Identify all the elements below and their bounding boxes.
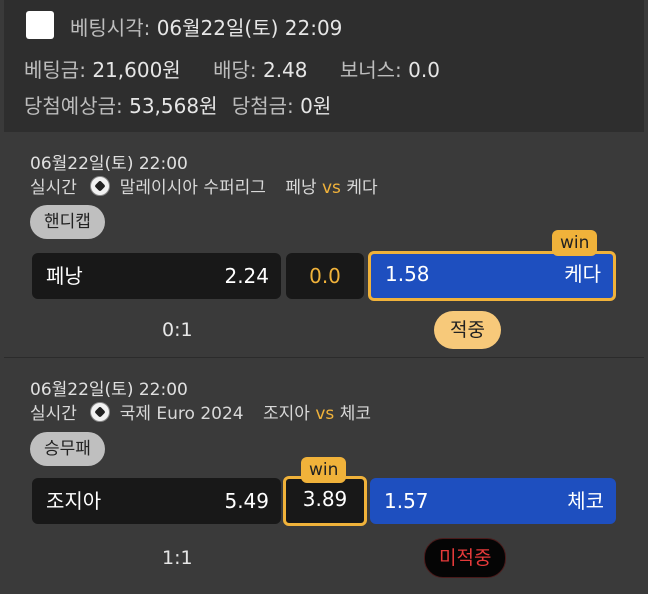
away-team-name: 케다	[564, 262, 601, 286]
vs-label: vs	[322, 178, 341, 198]
bet-amount-label: 베팅금:	[24, 58, 86, 82]
league-name: 말레이시아 수퍼리그	[119, 178, 266, 198]
final-score: 0:1	[162, 319, 193, 341]
away-odds-value: 1.58	[385, 262, 430, 286]
home-odds-button[interactable]: 조지아 5.49	[32, 478, 281, 524]
league-name: 국제 Euro 2024	[119, 404, 244, 424]
game-datetime: 06월22일(토) 22:00	[30, 380, 188, 400]
bet-amount-row: 베팅금: 21,600원 배당: 2.48 보너스: 0.0	[24, 54, 440, 83]
draw-odds-button[interactable]: 3.89	[283, 476, 367, 526]
win-badge: win	[552, 230, 598, 256]
market-pill: 승무패	[30, 432, 105, 466]
bet-time-label: 베팅시각:	[70, 16, 151, 40]
bet-time-row: 베팅시각: 06월22일(토) 22:09	[70, 12, 342, 41]
bet-summary: 베팅시각: 06월22일(토) 22:09 베팅금: 21,600원 배당: 2…	[4, 0, 644, 132]
game-league-row: 실시간 국제 Euro 2024 조지아 vs 체코	[30, 399, 371, 424]
game-datetime: 06월22일(토) 22:00	[30, 154, 188, 174]
home-odds-value: 2.24	[224, 264, 269, 288]
won-label: 당첨금:	[231, 94, 294, 118]
final-score: 1:1	[162, 547, 193, 569]
won-value: 0원	[300, 94, 332, 118]
select-checkbox[interactable]	[26, 11, 54, 39]
vs-label: vs	[315, 404, 335, 424]
win-badge: win	[301, 457, 347, 483]
draw-odds-value: 3.89	[302, 487, 348, 511]
game-league-row: 실시간 말레이시아 수퍼리그 페낭 vs 케다	[30, 173, 378, 198]
odds-value: 2.48	[262, 58, 308, 82]
market-pill: 핸디캡	[30, 205, 105, 239]
away-name: 케다	[346, 178, 378, 198]
away-team-name: 체코	[567, 489, 604, 513]
payout-row: 당첨예상금: 53,568원 당첨금: 0원	[24, 90, 331, 119]
result-badge-miss: 미적중	[424, 538, 507, 578]
handicap-value: 0.0	[309, 264, 341, 288]
live-label: 실시간	[30, 178, 77, 198]
away-odds-button[interactable]: 1.58 케다	[368, 251, 616, 301]
home-team-name: 페낭	[46, 264, 83, 288]
home-name: 페낭	[285, 178, 317, 198]
live-label: 실시간	[30, 404, 77, 424]
bonus-label: 보너스:	[339, 58, 402, 82]
home-name: 조지아	[263, 404, 310, 424]
away-odds-button[interactable]: 1.57 체코	[370, 478, 616, 524]
bet-amount-value: 21,600원	[92, 58, 181, 82]
expected-label: 당첨예상금:	[24, 94, 123, 118]
game-card: 06월22일(토) 22:00 실시간 국제 Euro 2024 조지아 vs …	[4, 360, 644, 586]
game-card: 06월22일(토) 22:00 실시간 말레이시아 수퍼리그 페낭 vs 케다 …	[4, 133, 644, 358]
expected-value: 53,568원	[129, 94, 218, 118]
bet-time-value: 06월22일(토) 22:09	[156, 16, 343, 40]
home-team-name: 조지아	[46, 489, 102, 513]
result-badge-hit: 적중	[434, 311, 501, 349]
handicap-value-box[interactable]: 0.0	[286, 253, 364, 299]
home-odds-value: 5.49	[224, 489, 269, 513]
away-name: 체코	[339, 404, 371, 424]
soccer-ball-icon	[90, 402, 111, 422]
home-odds-button[interactable]: 페낭 2.24	[32, 253, 281, 299]
odds-label: 배당:	[213, 58, 257, 82]
away-odds-value: 1.57	[384, 489, 429, 513]
bonus-value: 0.0	[408, 58, 440, 82]
soccer-ball-icon	[90, 176, 111, 196]
